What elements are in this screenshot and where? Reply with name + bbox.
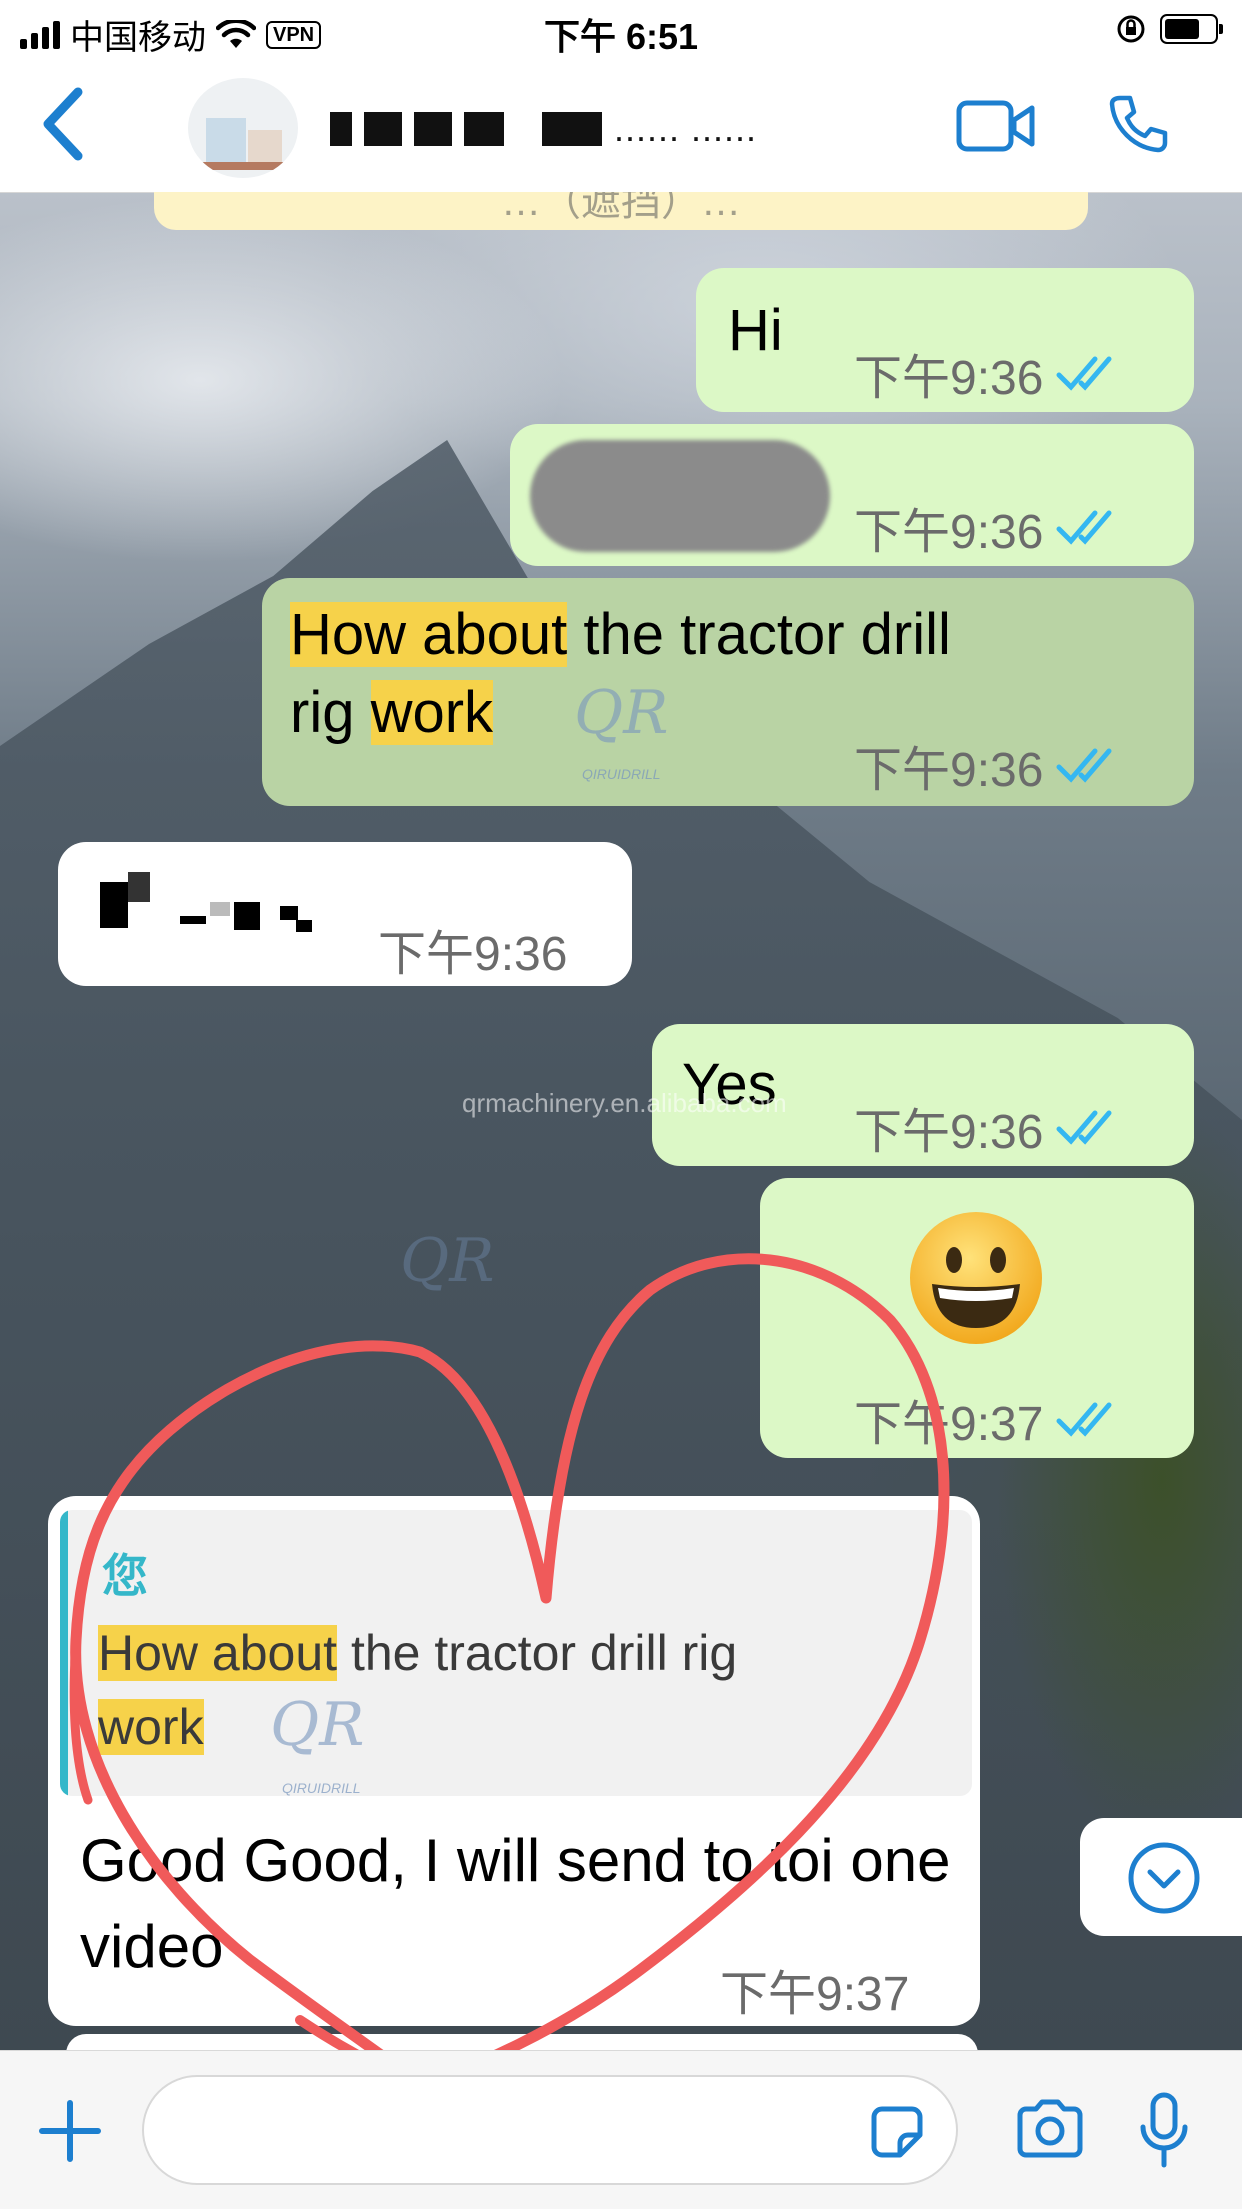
video-call-icon[interactable]: [956, 98, 1036, 154]
search-highlight: How about: [98, 1625, 338, 1681]
message-timestamp: 下午9:36: [854, 1092, 1125, 1162]
message-timestamp: 下午9:36: [854, 492, 1125, 562]
chat-header: ...... ......: [0, 64, 1242, 193]
message-timestamp: 下午9:36: [378, 928, 568, 981]
redacted-content: [530, 440, 830, 552]
watermark-url: qrmachinery.en.alibaba.com: [462, 1088, 787, 1118]
watermark-logo: QR: [270, 1690, 365, 1760]
phone-call-icon[interactable]: [1106, 92, 1170, 156]
grinning-face-emoji: [910, 1212, 1042, 1344]
message-outgoing[interactable]: Hi 下午9:36: [696, 268, 1194, 412]
sticker-icon[interactable]: [868, 2103, 926, 2161]
message-timestamp: 下午9:37: [854, 1384, 1125, 1454]
quoted-message[interactable]: 您 How about the tractor drill rig work Q…: [60, 1510, 972, 1796]
emoji-text: 😀: [760, 1178, 761, 1179]
double-check-icon: [1056, 748, 1112, 783]
watermark-logo: QR: [574, 678, 669, 748]
redacted-pixel: [280, 906, 298, 920]
redacted-pixel: [128, 872, 150, 902]
chevron-down-icon: [1128, 1842, 1200, 1914]
contact-name[interactable]: ...... ......: [330, 104, 757, 154]
redacted-pixel: [296, 920, 312, 932]
quote-author: 您: [102, 1550, 148, 1602]
search-highlight: work: [98, 1699, 204, 1755]
redacted-pixel: [234, 902, 260, 930]
message-outgoing[interactable]: 下午9:36: [510, 424, 1194, 566]
message-outgoing[interactable]: 😀 下午9:37: [760, 1178, 1194, 1458]
message-text: Hi: [728, 298, 783, 363]
double-check-icon: [1056, 510, 1112, 545]
system-notice: …（遮挡）…: [154, 192, 1088, 230]
redacted-pixel: [180, 916, 206, 924]
plus-icon[interactable]: [36, 2097, 104, 2165]
quote-text: How about the tractor drill rig work: [98, 1625, 738, 1755]
redacted-pixel: [210, 902, 230, 916]
microphone-icon[interactable]: [1136, 2091, 1192, 2171]
message-text: How about the tractor drill rig work: [290, 602, 951, 745]
battery-icon: [1160, 14, 1223, 44]
message-input[interactable]: [142, 2075, 958, 2185]
quote-accent-bar: [60, 1510, 68, 1796]
composer-bar: [0, 2050, 1242, 2209]
message-incoming[interactable]: 下午9:36: [58, 842, 632, 986]
camera-icon[interactable]: [1014, 2099, 1086, 2159]
orientation-lock-icon: [1117, 15, 1145, 43]
search-highlight: work: [370, 680, 494, 745]
double-check-icon: [1056, 1110, 1112, 1145]
message-outgoing-selected[interactable]: How about the tractor drill rig work QR …: [262, 578, 1194, 806]
double-check-icon: [1056, 1402, 1112, 1437]
watermark-logo: QR: [400, 1226, 495, 1296]
redacted-pixel: [100, 882, 128, 928]
message-timestamp: 下午9:36: [854, 338, 1125, 408]
message-timestamp: 下午9:36: [854, 730, 1125, 800]
contact-avatar[interactable]: [188, 78, 298, 178]
watermark-brand: QIRUIDRILL: [282, 1780, 361, 1796]
back-chevron-icon[interactable]: [34, 84, 94, 164]
double-check-icon: [1056, 356, 1112, 391]
message-timestamp: 下午9:37: [720, 1968, 910, 2021]
watermark-brand: QIRUIDRILL: [582, 766, 661, 782]
status-right: [1116, 14, 1223, 44]
search-highlight: How about: [290, 602, 568, 667]
scroll-to-bottom-button[interactable]: [1080, 1818, 1242, 1936]
status-bar: 中国移动 VPN 下午 6:51: [0, 0, 1242, 64]
status-time: 下午 6:51: [543, 16, 699, 57]
